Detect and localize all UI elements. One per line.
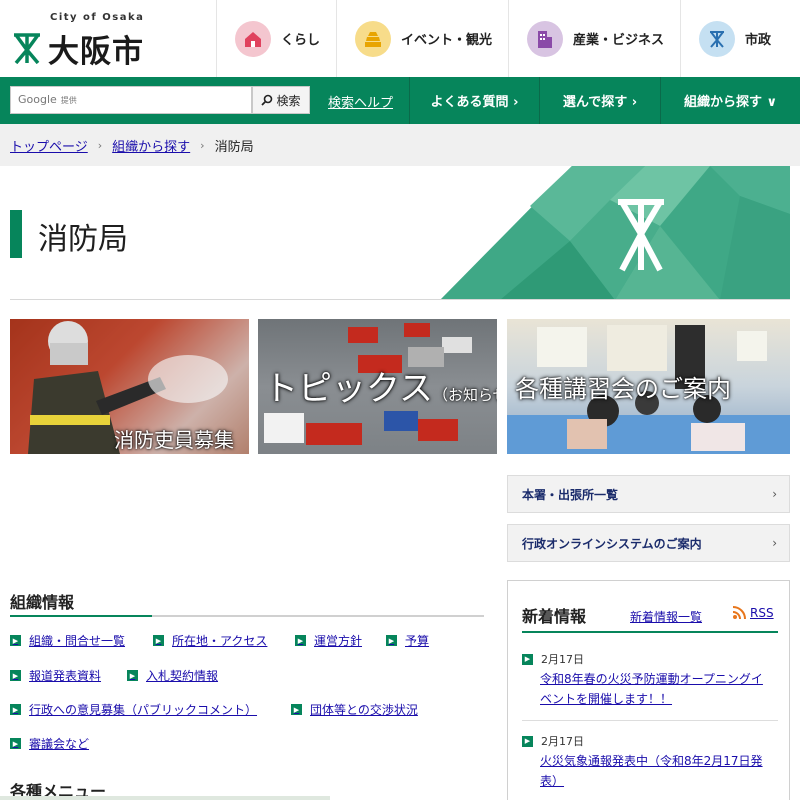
page-title: 消防局 — [38, 222, 128, 257]
arrow-right-icon: ▶ — [10, 635, 21, 646]
banner-caption: トピックス（お知らせ） — [264, 369, 497, 409]
news-panel: 新着情報 新着情報一覧 RSS ▶ 2月17日 令和8年春の火災予防運動オープニン… — [507, 580, 790, 800]
city-emblem-icon — [14, 33, 40, 64]
title-accent-bar — [10, 210, 22, 258]
top-nav-shisei[interactable]: 市政 — [680, 0, 787, 77]
news-item-link[interactable]: 令和8年春の火災予防運動オープニングイベントを開催します！！ — [540, 669, 770, 709]
search-placeholder: Google 提供 — [18, 93, 77, 106]
search-input[interactable]: Google 提供 — [10, 86, 252, 114]
org-section-title: 組織情報 — [10, 593, 75, 612]
rss-icon — [732, 606, 746, 620]
news-list-link[interactable]: 新着情報一覧 — [630, 608, 702, 625]
top-nav-label: くらし — [281, 33, 321, 48]
arrow-right-icon: ▶ — [153, 635, 164, 646]
search-button-label: 検索 — [276, 93, 301, 108]
gnav-choose[interactable]: 選んで探す › — [539, 77, 660, 124]
top-nav-business[interactable]: 産業・ビジネス — [508, 0, 680, 77]
page-hero: 消防局 — [10, 166, 790, 300]
arrow-right-icon: ▶ — [291, 704, 302, 715]
arrow-right-icon: ▶ — [10, 738, 21, 749]
building-icon — [527, 20, 564, 57]
org-link[interactable]: ▶ 運営方針 — [295, 632, 362, 649]
breadcrumb-current: 消防局 — [214, 139, 254, 155]
org-link[interactable]: ▶ 報道発表資料 — [10, 667, 101, 684]
breadcrumb: トップページ › 組織から探す › 消防局 — [0, 124, 800, 166]
banner-recruit[interactable]: 消防吏員募集 — [10, 319, 249, 454]
arrow-right-icon: ▶ — [386, 635, 397, 646]
search-icon — [261, 94, 273, 106]
section-divider — [10, 615, 484, 617]
news-separator — [522, 720, 778, 721]
news-title: 新着情報 — [522, 607, 587, 626]
news-date: ▶ 2月17日 — [522, 733, 584, 749]
stations-list-link[interactable]: 本署・出張所一覧 › — [507, 475, 790, 513]
site-header: City of Osaka 大阪市 くらし イベント・観光 産業・ビジネス 市政 — [0, 0, 800, 77]
rss-label: RSS — [750, 606, 774, 620]
link-label: 本署・出張所一覧 — [522, 487, 619, 502]
top-nav-event[interactable]: イベント・観光 — [336, 0, 508, 77]
org-link[interactable]: ▶ 組織・問合せ一覧 — [10, 632, 125, 649]
arrow-right-icon: ▶ — [10, 704, 21, 715]
logo-title: 大阪市 — [48, 34, 144, 70]
city-emblem-icon — [699, 20, 736, 57]
news-item-link[interactable]: 火災気象通報発表中（令和8年2月17日発表） — [540, 751, 770, 791]
search-help-link[interactable]: 検索ヘルプ — [328, 92, 393, 111]
chevron-right-icon: › — [772, 487, 777, 501]
top-nav-kurashi[interactable]: くらし — [216, 0, 336, 77]
chevron-right-icon: › — [97, 138, 103, 152]
arrow-right-icon: ▶ — [295, 635, 306, 646]
castle-icon — [355, 20, 392, 57]
top-nav: くらし イベント・観光 産業・ビジネス 市政 — [216, 0, 787, 77]
arrow-right-icon: ▶ — [10, 670, 21, 681]
breadcrumb-link-top[interactable]: トップページ — [10, 136, 88, 155]
logo-subtitle: City of Osaka — [50, 12, 145, 23]
org-link[interactable]: ▶ 入札契約情報 — [127, 667, 218, 684]
search-button[interactable]: 検索 — [252, 86, 310, 114]
house-icon — [235, 20, 271, 57]
chevron-right-icon: › — [772, 536, 777, 550]
org-link[interactable]: ▶ 団体等との交渉状況 — [291, 701, 418, 718]
banner-caption: 各種講習会のご案内 — [515, 375, 731, 403]
banner-training[interactable]: 各種講習会のご案内 — [507, 319, 790, 454]
arrow-right-icon: ▶ — [522, 653, 533, 665]
arrow-right-icon: ▶ — [522, 735, 533, 747]
banner-caption: 消防吏員募集 — [114, 428, 234, 452]
gnav-faq[interactable]: よくある質問 › — [409, 77, 539, 124]
scroll-indicator — [0, 796, 330, 800]
news-divider — [522, 631, 778, 633]
news-date: ▶ 2月17日 — [522, 651, 584, 667]
top-nav-label: 市政 — [745, 33, 772, 48]
org-link[interactable]: ▶ 所在地・アクセス — [153, 632, 267, 649]
top-nav-label: 産業・ビジネス — [573, 33, 665, 48]
link-label: 行政オンラインシステムのご案内 — [522, 536, 702, 551]
gnav-organization[interactable]: 組織から探す ∨ — [660, 77, 800, 124]
org-link[interactable]: ▶ 行政への意見募集（パブリックコメント） — [10, 701, 257, 718]
rss-link[interactable]: RSS — [732, 606, 774, 620]
breadcrumb-link-org[interactable]: 組織から探す — [112, 136, 190, 155]
site-logo[interactable]: City of Osaka 大阪市 — [10, 10, 170, 70]
top-nav-label: イベント・観光 — [401, 33, 493, 48]
emblem-pattern-icon — [440, 166, 790, 299]
banner-topics[interactable]: トピックス（お知らせ） — [258, 319, 497, 454]
chevron-right-icon: › — [200, 138, 205, 152]
online-system-link[interactable]: 行政オンラインシステムのご案内 › — [507, 524, 790, 562]
global-nav: Google 提供 検索 検索ヘルプ よくある質問 › 選んで探す › 組織から探… — [0, 77, 800, 124]
org-link[interactable]: ▶ 審議会など — [10, 735, 89, 752]
arrow-right-icon: ▶ — [127, 670, 138, 681]
org-link[interactable]: ▶ 予算 — [386, 632, 429, 649]
